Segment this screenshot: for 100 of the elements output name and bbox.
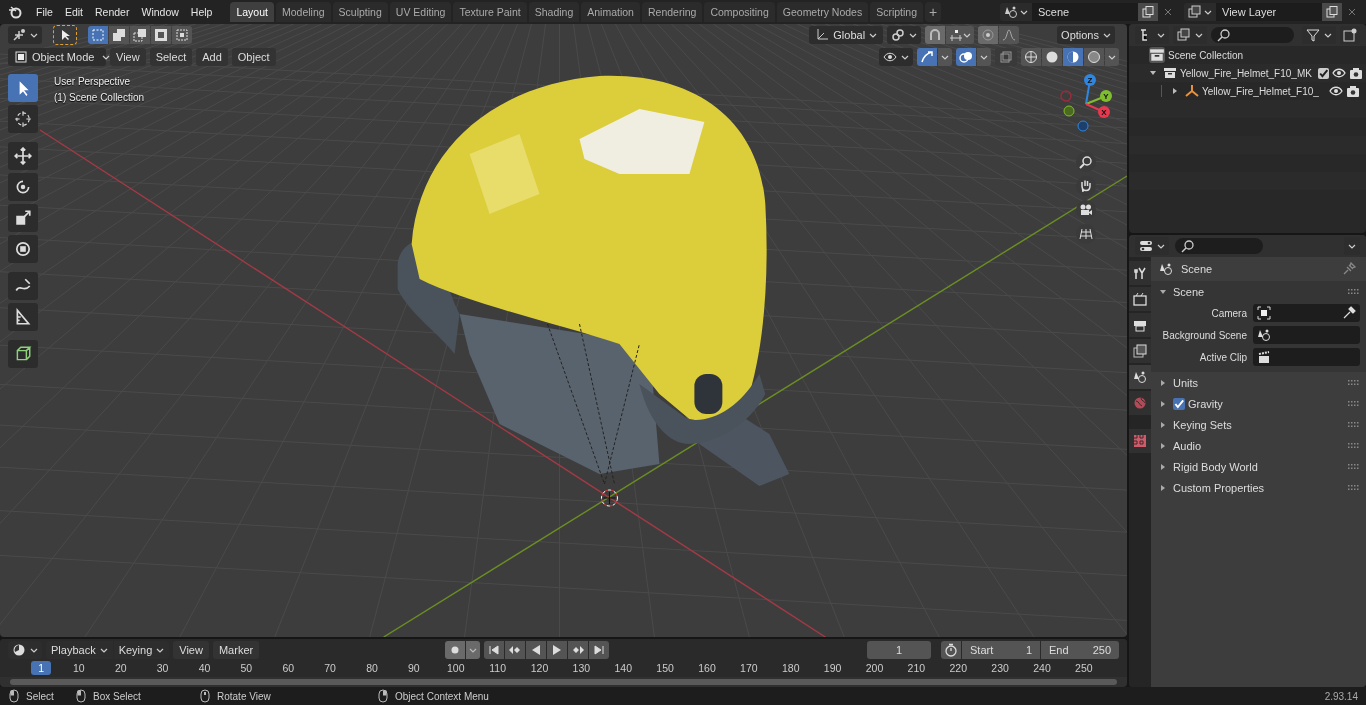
cursor-tool-button[interactable] [8, 105, 38, 133]
property-field[interactable] [1253, 348, 1360, 366]
workspace-tab[interactable]: Modeling [275, 2, 331, 22]
panel-checkbox[interactable] [1173, 397, 1185, 410]
select-tool-button[interactable] [8, 74, 38, 102]
visibility-dropdown[interactable] [879, 48, 913, 66]
rendered-shading-button[interactable] [1084, 48, 1104, 66]
header-menu[interactable]: Object [231, 48, 276, 66]
menu-item[interactable]: Help [184, 6, 219, 18]
outliner-item[interactable]: Yellow_Fire_Helmet_F10_ [1202, 85, 1319, 97]
disclosure-triangle-icon[interactable] [1159, 462, 1167, 471]
add-cube-tool-button[interactable] [8, 340, 38, 368]
overlay-dropdown[interactable] [977, 48, 991, 66]
drag-handle-icon[interactable] [1348, 421, 1360, 428]
menu-item[interactable]: Edit [58, 6, 89, 18]
transform-tool-button[interactable] [8, 235, 38, 263]
drag-handle-icon[interactable] [1348, 442, 1360, 449]
blender-logo-icon[interactable] [8, 5, 22, 19]
panel-header[interactable]: Custom Properties [1173, 481, 1265, 494]
editor-type-button[interactable] [8, 26, 42, 44]
disclosure-triangle-icon[interactable] [1159, 287, 1167, 296]
new-collection-button[interactable] [1340, 26, 1360, 44]
disclosure-triangle-icon[interactable] [1159, 483, 1167, 492]
copy-button[interactable] [1138, 3, 1158, 21]
exclude-checkbox[interactable] [1317, 67, 1329, 79]
gizmo-toggle-button[interactable] [917, 48, 937, 66]
workspace-tab[interactable]: Scripting [870, 2, 923, 22]
disclosure-triangle-icon[interactable] [1149, 69, 1157, 77]
workspace-tab[interactable]: Shading [528, 2, 580, 22]
drag-handle-icon[interactable] [1348, 400, 1360, 407]
scene-type-button[interactable] [1000, 3, 1032, 21]
workspace-tab[interactable]: Layout [230, 2, 274, 22]
property-field[interactable] [1253, 304, 1360, 322]
menu-item[interactable]: File [30, 6, 59, 18]
close-icon[interactable] [1347, 7, 1357, 17]
drag-handle-icon[interactable] [1348, 288, 1360, 295]
copy-button[interactable] [1322, 3, 1342, 21]
menu-item[interactable]: Window [135, 6, 185, 18]
close-icon[interactable] [1163, 7, 1173, 17]
pin-icon[interactable] [1342, 262, 1356, 276]
workspace-tab[interactable]: Texture Paint [453, 2, 527, 22]
subtract-selection-button[interactable] [130, 26, 150, 44]
panel-header[interactable]: Keying Sets [1173, 418, 1232, 431]
new-selection-button[interactable] [88, 26, 108, 44]
search-field[interactable] [1175, 238, 1263, 254]
panel-header[interactable]: Rigid Body World [1173, 460, 1258, 473]
workspace-tab[interactable]: Geometry Nodes [776, 2, 869, 22]
jump-start-button[interactable] [484, 641, 504, 659]
texture-tab[interactable] [1129, 429, 1151, 453]
panel-header[interactable]: Scene [1173, 285, 1205, 298]
camera-icon[interactable] [1348, 66, 1363, 80]
drag-handle-icon[interactable] [1348, 463, 1360, 470]
disclosure-triangle-icon[interactable] [1159, 378, 1167, 387]
header-menu[interactable]: View [110, 48, 146, 66]
end-frame-field[interactable]: End 250 [1041, 641, 1119, 659]
material-shading-button[interactable] [1063, 48, 1083, 66]
wireframe-shading-button[interactable] [1021, 48, 1041, 66]
options-dropdown[interactable]: Options [1057, 26, 1115, 44]
scene-name-field[interactable]: Scene [1032, 3, 1138, 21]
gizmo-dropdown[interactable] [938, 48, 952, 66]
panel-header[interactable]: Units [1173, 376, 1199, 389]
camera-icon[interactable] [1346, 84, 1360, 98]
property-field[interactable] [1253, 326, 1360, 344]
disclosure-triangle-icon[interactable] [1159, 399, 1167, 408]
header-menu[interactable]: Select [149, 48, 193, 66]
keying-dropdown[interactable] [466, 641, 480, 659]
disclosure-triangle-icon[interactable] [1159, 420, 1167, 429]
workspace-tab[interactable]: Sculpting [332, 2, 388, 22]
previous-keyframe-button[interactable] [505, 641, 525, 659]
view-layer-type-button[interactable] [1184, 3, 1216, 21]
menu-item[interactable]: Render [89, 6, 136, 18]
shading-dropdown[interactable] [1105, 48, 1119, 66]
outliner-item[interactable]: Yellow_Fire_Helmet_F10_MK [1180, 67, 1312, 79]
eyedropper-icon[interactable] [1342, 306, 1356, 320]
select-tool-button[interactable] [54, 26, 76, 44]
current-frame-field[interactable]: 1 [867, 641, 931, 659]
snap-button[interactable] [925, 26, 946, 44]
render-tab[interactable] [1129, 287, 1151, 311]
preview-range-button[interactable] [941, 641, 961, 659]
falloff-button[interactable] [999, 26, 1020, 44]
search-field[interactable] [1211, 27, 1294, 43]
snap-target-dropdown[interactable] [946, 26, 975, 44]
invert-selection-button[interactable] [151, 26, 171, 44]
workspace-tab[interactable]: Compositing [704, 2, 775, 22]
header-menu[interactable]: Add [196, 48, 228, 66]
current-frame-marker[interactable]: 1 [31, 661, 52, 675]
play-button[interactable] [547, 641, 567, 659]
eye-icon[interactable] [1331, 66, 1346, 80]
header-menu[interactable]: Marker [212, 641, 260, 659]
play-reverse-button[interactable] [526, 641, 546, 659]
rotate-tool-button[interactable] [8, 173, 38, 201]
orientation-dropdown[interactable]: Global [809, 26, 884, 44]
header-menu[interactable]: View [173, 641, 209, 659]
eye-icon[interactable] [1329, 84, 1343, 98]
jump-end-button[interactable] [589, 641, 609, 659]
measure-tool-button[interactable] [8, 303, 38, 331]
tool-tab[interactable] [1129, 261, 1151, 285]
drag-handle-icon[interactable] [1348, 484, 1360, 491]
scene-tab[interactable] [1129, 365, 1151, 389]
outliner-item[interactable]: Scene Collection [1168, 49, 1244, 61]
